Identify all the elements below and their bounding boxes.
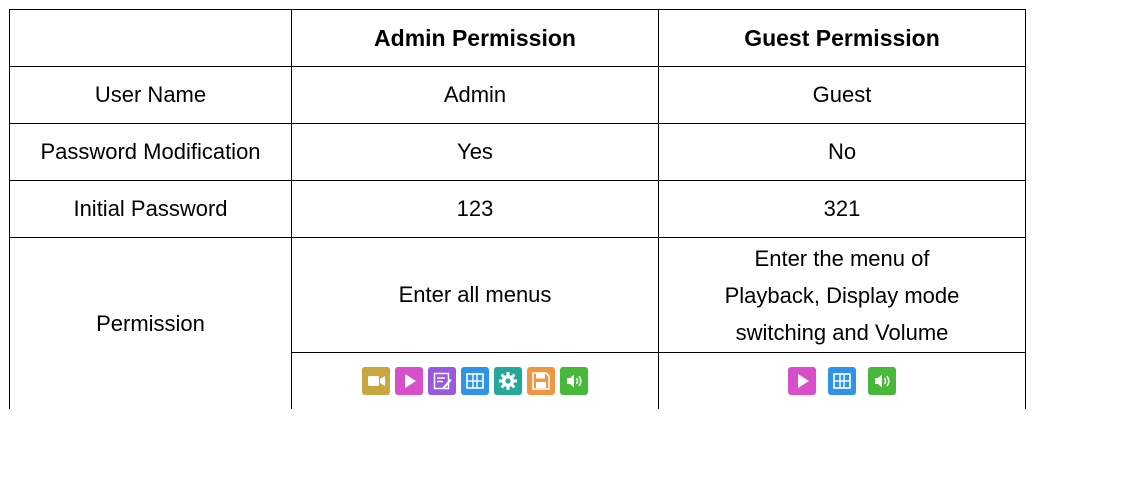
guest-permission-text: Enter the menu of Playback, Display mode… [658, 237, 1026, 353]
table-row: Password Modification Yes No [9, 123, 1026, 181]
admin-icons [292, 367, 658, 395]
settings-icon [494, 367, 522, 395]
storage-icon [527, 367, 555, 395]
header-admin-permission: Admin Permission [291, 9, 659, 67]
permission-table: Admin Permission Guest Permission User N… [9, 9, 1026, 409]
table-row: Permission Enter all menus Enter the men… [9, 237, 1026, 409]
table-row: Initial Password 123 321 [9, 180, 1026, 238]
header-row: Admin Permission Guest Permission [9, 9, 1026, 67]
row-label-user-name: User Name [9, 66, 292, 124]
volume-icon [868, 367, 896, 395]
guest-initial-password: 321 [658, 180, 1026, 238]
guest-user-name: Guest [658, 66, 1026, 124]
admin-initial-password: 123 [291, 180, 659, 238]
play-icon [395, 367, 423, 395]
admin-password-modification: Yes [291, 123, 659, 181]
admin-permission-text: Enter all menus [291, 237, 659, 353]
row-label-initial-password: Initial Password [9, 180, 292, 238]
guest-password-modification: No [658, 123, 1026, 181]
guest-icons-cell [658, 352, 1026, 409]
row-label-permission: Permission [9, 237, 292, 409]
display-mode-icon [461, 367, 489, 395]
play-icon [788, 367, 816, 395]
header-corner-cell [9, 9, 292, 67]
guest-icons [659, 367, 1025, 395]
table-row: User Name Admin Guest [9, 66, 1026, 124]
admin-user-name: Admin [291, 66, 659, 124]
admin-icons-cell [291, 352, 659, 409]
video-icon [362, 367, 390, 395]
row-label-password-modification: Password Modification [9, 123, 292, 181]
notes-icon [428, 367, 456, 395]
display-mode-icon [828, 367, 856, 395]
header-guest-permission: Guest Permission [658, 9, 1026, 67]
guest-permission-line: Playback, Display mode [724, 282, 960, 308]
guest-permission-line: Enter the menu of [754, 245, 930, 271]
guest-permission-line: switching and Volume [735, 319, 949, 345]
volume-icon [560, 367, 588, 395]
